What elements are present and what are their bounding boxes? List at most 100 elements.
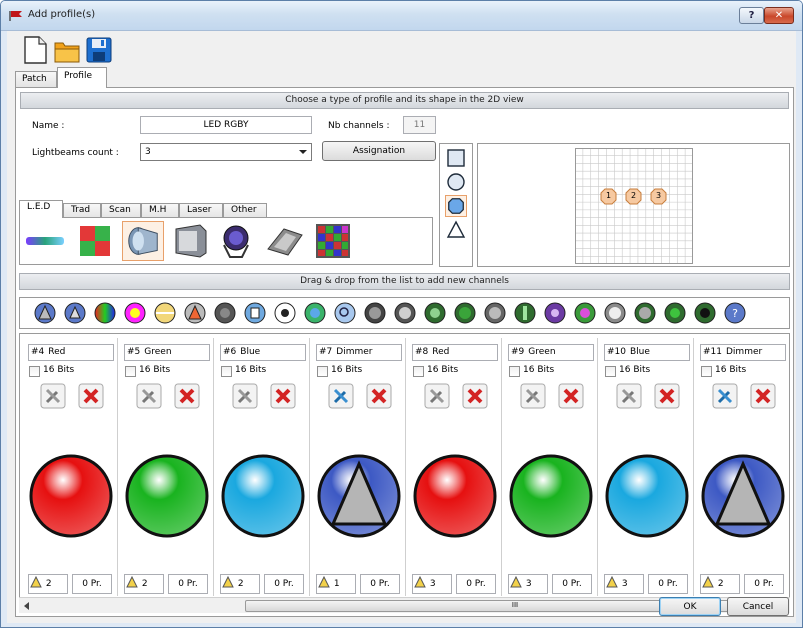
channel-name-field[interactable]: #8 Red: [412, 344, 498, 361]
tab-patch[interactable]: Patch: [15, 71, 57, 87]
16-bits-checkbox[interactable]: [317, 366, 328, 377]
dimmer-channel-icon[interactable]: [34, 302, 56, 324]
preset-field[interactable]: 0 Pr.: [360, 574, 400, 594]
delete-icon[interactable]: [174, 383, 200, 409]
value-field[interactable]: 2: [220, 574, 260, 594]
led-par-icon[interactable]: [122, 221, 164, 261]
channel-name-field[interactable]: #6 Blue: [220, 344, 306, 361]
tab-mh[interactable]: M.H: [141, 203, 179, 218]
led-cob-icon[interactable]: [264, 221, 306, 261]
tab-trad[interactable]: Trad: [63, 203, 101, 218]
shutter-channel-icon[interactable]: [184, 302, 206, 324]
control-channel-icon[interactable]: [514, 302, 536, 324]
strobe-channel-icon[interactable]: [214, 302, 236, 324]
lightbeams-select[interactable]: 3: [140, 143, 312, 161]
triangle-shape-icon[interactable]: [445, 219, 467, 241]
preset-field[interactable]: 0 Pr.: [552, 574, 592, 594]
scroll-left-icon[interactable]: [22, 601, 32, 611]
grid-2d[interactable]: [575, 148, 693, 264]
preset-field[interactable]: 0 Pr.: [72, 574, 112, 594]
led-bar-icon[interactable]: [24, 221, 66, 261]
value-field[interactable]: 3: [412, 574, 452, 594]
prism-channel-icon[interactable]: [394, 302, 416, 324]
save-icon[interactable]: [85, 35, 113, 65]
unknown-channel-icon[interactable]: ?: [724, 302, 746, 324]
special-channel-icon[interactable]: [694, 302, 716, 324]
tilt-channel-icon[interactable]: [634, 302, 656, 324]
delete-icon[interactable]: [270, 383, 296, 409]
value-field[interactable]: 2: [700, 574, 740, 594]
tab-laser[interactable]: Laser: [179, 203, 223, 218]
beam-3[interactable]: 3: [650, 188, 667, 205]
16-bits-checkbox[interactable]: [221, 366, 232, 377]
open-folder-icon[interactable]: [53, 35, 81, 65]
preset-field[interactable]: 0 Pr.: [264, 574, 304, 594]
led-matrix-icon[interactable]: [312, 221, 354, 261]
help-button[interactable]: ?: [739, 7, 764, 24]
cancel-button[interactable]: Cancel: [727, 597, 789, 616]
tab-led[interactable]: L.E.D: [19, 200, 63, 218]
focus-channel-icon[interactable]: [364, 302, 386, 324]
pan-channel-icon[interactable]: [604, 302, 626, 324]
beam-1[interactable]: 1: [600, 188, 617, 205]
zoom-channel-icon[interactable]: [334, 302, 356, 324]
16-bits-checkbox[interactable]: [701, 366, 712, 377]
16-bits-checkbox[interactable]: [125, 366, 136, 377]
iris-channel-icon[interactable]: [424, 302, 446, 324]
settings-wrench-icon[interactable]: [424, 383, 450, 409]
effect-channel-icon[interactable]: [484, 302, 506, 324]
close-button[interactable]: ✕: [764, 7, 794, 24]
delete-icon[interactable]: [462, 383, 488, 409]
settings-wrench-icon[interactable]: [40, 383, 66, 409]
square-shape-icon[interactable]: [445, 147, 467, 169]
value-field[interactable]: 2: [28, 574, 68, 594]
settings-wrench-icon[interactable]: [520, 383, 546, 409]
delete-icon[interactable]: [366, 383, 392, 409]
value-field[interactable]: 1: [316, 574, 356, 594]
reset-channel-icon[interactable]: [664, 302, 686, 324]
settings-wrench-icon[interactable]: [616, 383, 642, 409]
preset-field[interactable]: 0 Pr.: [744, 574, 784, 594]
cmy-channel-icon[interactable]: [124, 302, 146, 324]
white-channel-icon[interactable]: [154, 302, 176, 324]
macro-channel-icon[interactable]: [544, 302, 566, 324]
value-field[interactable]: 2: [124, 574, 164, 594]
led-moving-icon[interactable]: [216, 221, 258, 261]
name-input[interactable]: LED RGBY: [140, 116, 312, 134]
16-bits-checkbox[interactable]: [413, 366, 424, 377]
channel-name-field[interactable]: #5 Green: [124, 344, 210, 361]
channel-name-field[interactable]: #9 Green: [508, 344, 594, 361]
new-file-icon[interactable]: [21, 35, 49, 65]
settings-wrench-icon[interactable]: [712, 383, 738, 409]
channel-name-field[interactable]: #10 Blue: [604, 344, 690, 361]
delete-icon[interactable]: [750, 383, 776, 409]
settings-wrench-icon[interactable]: [232, 383, 258, 409]
channel-name-field[interactable]: #7 Dimmer: [316, 344, 402, 361]
settings-wrench-icon[interactable]: [328, 383, 354, 409]
gobo-channel-icon[interactable]: [274, 302, 296, 324]
16-bits-checkbox[interactable]: [29, 366, 40, 377]
preset-field[interactable]: 0 Pr.: [168, 574, 208, 594]
frost-channel-icon[interactable]: [454, 302, 476, 324]
16-bits-checkbox[interactable]: [605, 366, 616, 377]
tab-scan[interactable]: Scan: [101, 203, 141, 218]
circle-shape-icon[interactable]: [445, 171, 467, 193]
settings-wrench-icon[interactable]: [136, 383, 162, 409]
delete-icon[interactable]: [78, 383, 104, 409]
speed-channel-icon[interactable]: [244, 302, 266, 324]
fx-channel-icon[interactable]: [574, 302, 596, 324]
value-field[interactable]: 3: [508, 574, 548, 594]
value-field[interactable]: 3: [604, 574, 644, 594]
preset-field[interactable]: 0 Pr.: [456, 574, 496, 594]
tab-profile[interactable]: Profile: [57, 67, 107, 88]
led-panel-icon[interactable]: [74, 221, 116, 261]
tab-other[interactable]: Other: [223, 203, 267, 218]
delete-icon[interactable]: [654, 383, 680, 409]
gobo-rotation-channel-icon[interactable]: [304, 302, 326, 324]
assignation-button[interactable]: Assignation: [322, 141, 436, 161]
channel-name-field[interactable]: #11 Dimmer: [700, 344, 786, 361]
ok-button[interactable]: OK: [659, 597, 721, 616]
channel-name-field[interactable]: #4 Red: [28, 344, 114, 361]
dimmer-fine-channel-icon[interactable]: [64, 302, 86, 324]
octagon-shape-icon[interactable]: [445, 195, 467, 217]
